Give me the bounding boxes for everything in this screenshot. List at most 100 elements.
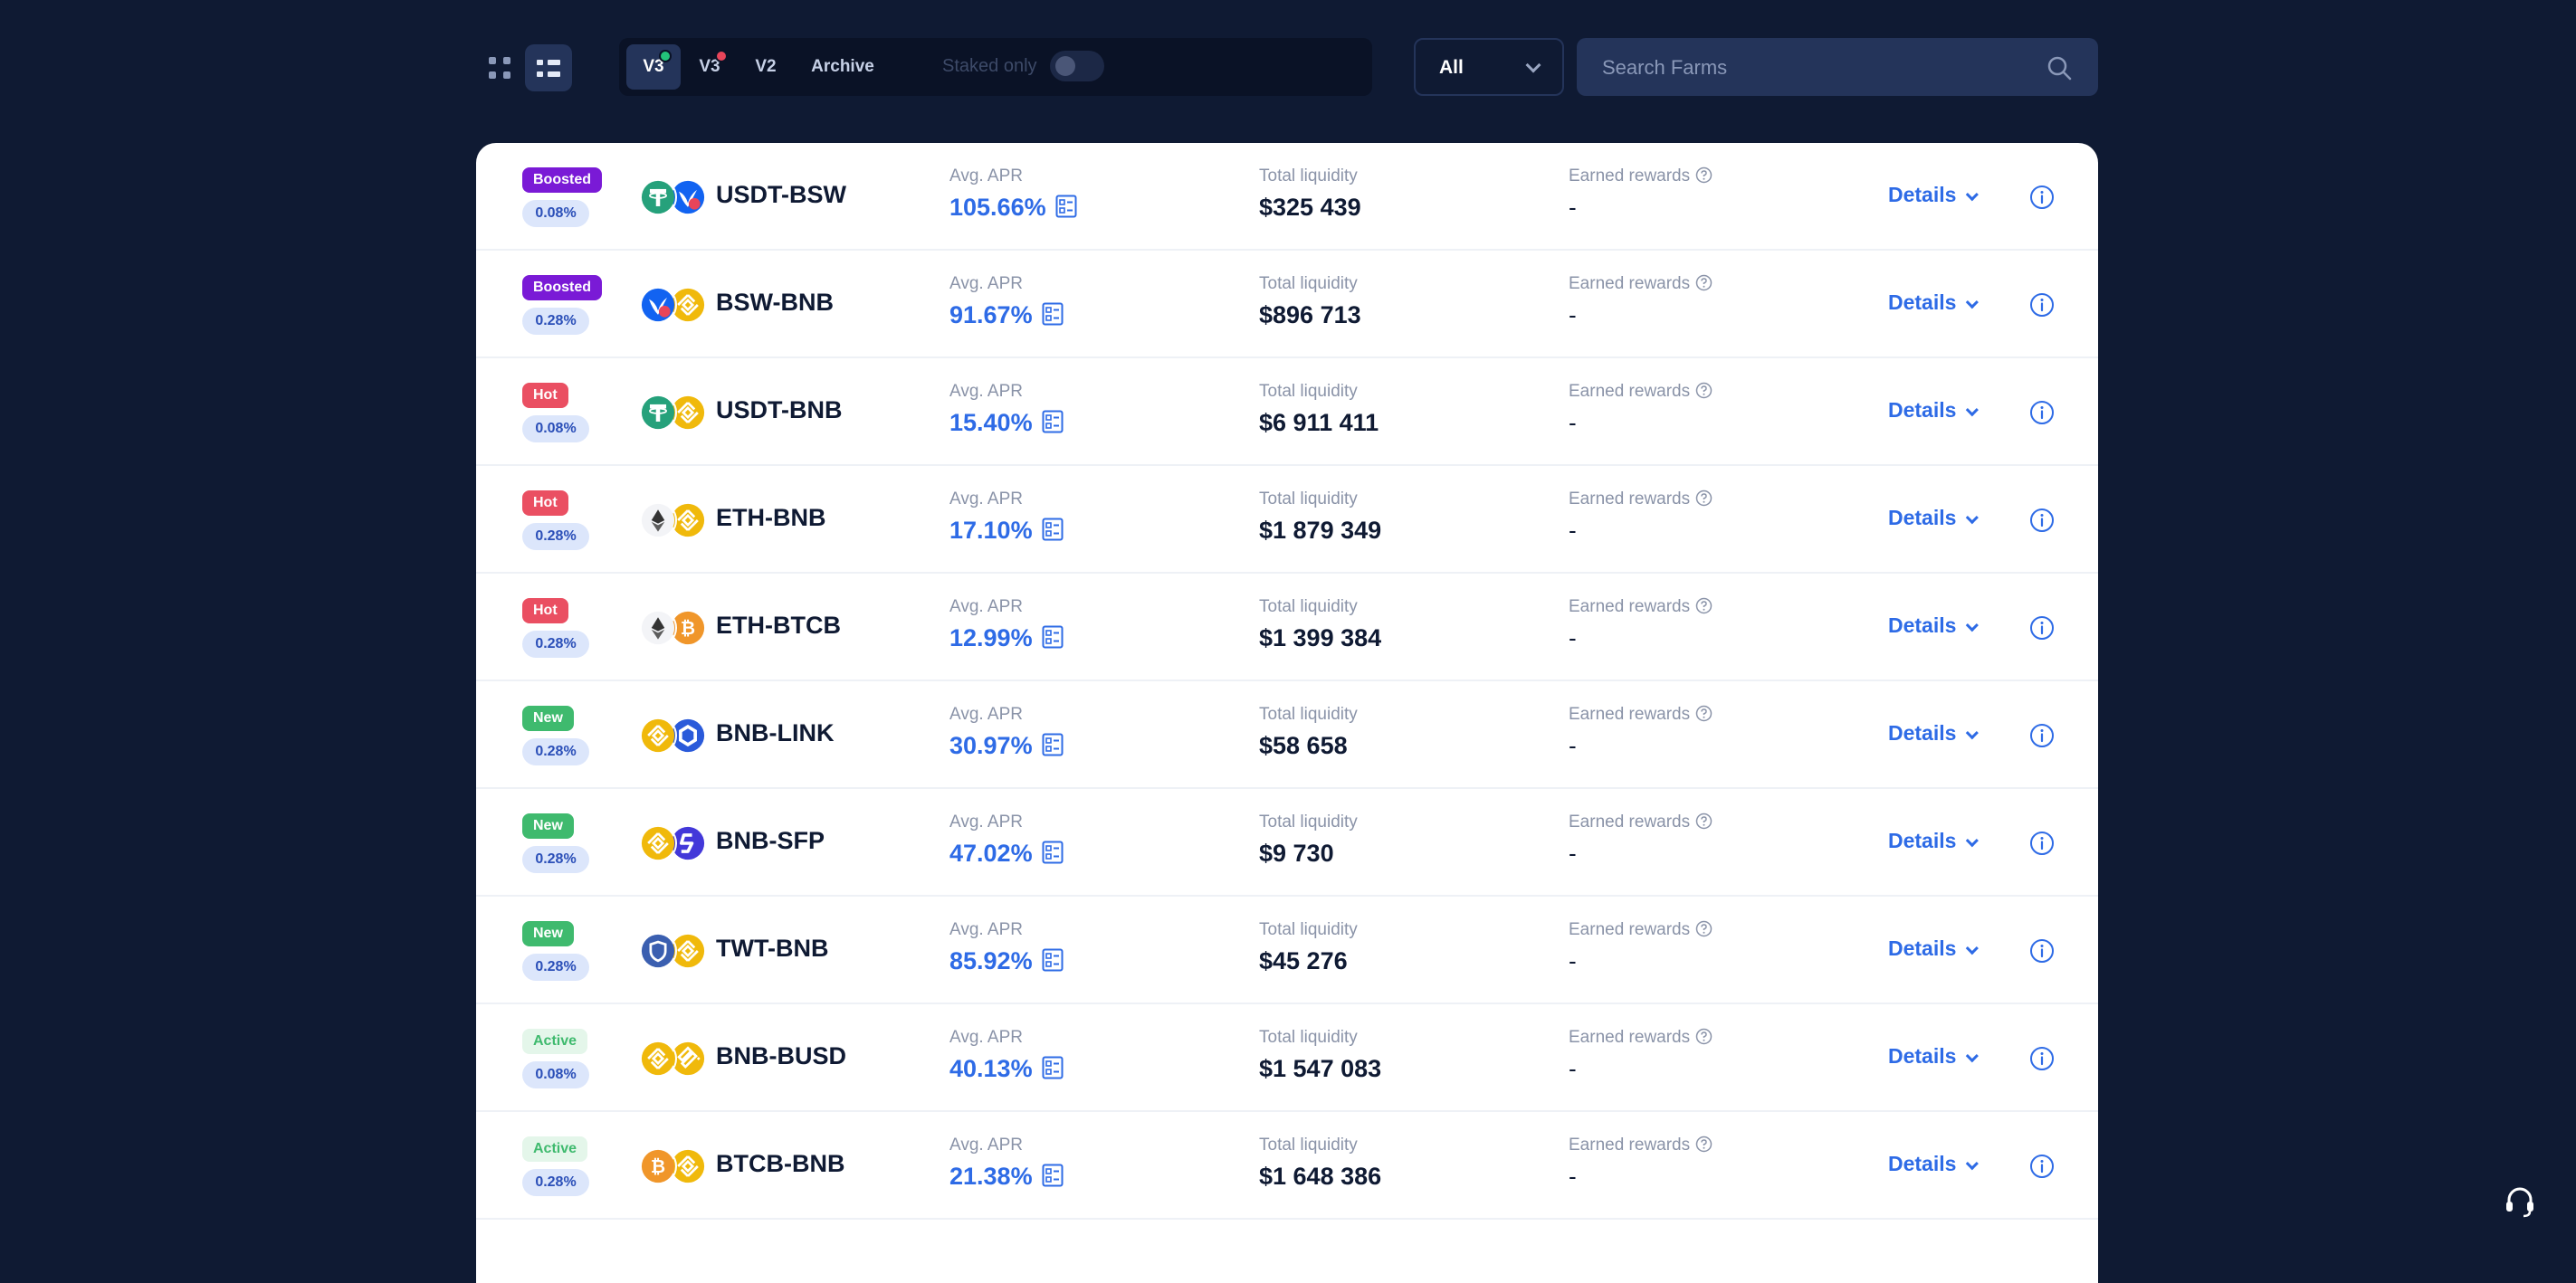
tab-label: V2	[755, 57, 777, 76]
liquidity-value: $1 879 349	[1259, 517, 1382, 544]
details-button[interactable]: Details	[1888, 398, 1980, 423]
apr-label: Avg. APR	[949, 489, 1023, 508]
details-button[interactable]: Details	[1888, 613, 1980, 638]
calculator-icon[interactable]	[1042, 518, 1064, 541]
farm-status-badge: Hot	[522, 490, 568, 516]
farm-row[interactable]: Boosted 0.08% USDT-BSW Avg. APR 105.66% Total…	[476, 143, 2098, 251]
pair-name: BNB-LINK	[716, 719, 835, 746]
apr-value-text: 105.66%	[949, 194, 1046, 221]
help-icon[interactable]	[1695, 920, 1713, 937]
apr-value: 15.40%	[949, 409, 1064, 437]
details-button[interactable]: Details	[1888, 290, 1980, 315]
earned-rewards-value: -	[1569, 840, 1577, 867]
help-icon[interactable]	[1695, 1136, 1713, 1153]
earned-rewards-label-text: Earned rewards	[1569, 597, 1691, 616]
staked-only-label: Staked only	[942, 56, 1037, 76]
info-icon[interactable]	[2029, 1154, 2055, 1179]
help-icon[interactable]	[1695, 382, 1713, 399]
calculator-icon[interactable]	[1055, 195, 1077, 218]
pair-name: USDT-BSW	[716, 181, 846, 208]
details-button[interactable]: Details	[1888, 721, 1980, 746]
info-icon[interactable]	[2029, 615, 2055, 641]
calculator-icon[interactable]	[1042, 625, 1064, 649]
earned-rewards-value: -	[1569, 517, 1577, 544]
tab-v3-green[interactable]: V3	[626, 44, 681, 90]
farm-row[interactable]: New 0.28% BNB-SFP Avg. APR 47.02% Total liqui…	[476, 789, 2098, 897]
farm-row[interactable]: Active 0.08% BNB-BUSD Avg. APR 40.13% Total l…	[476, 1004, 2098, 1112]
farm-row[interactable]: New 0.28% TWT-BNB Avg. APR 85.92% Total liqui…	[476, 897, 2098, 1004]
apr-value-text: 30.97%	[949, 732, 1033, 759]
details-button[interactable]: Details	[1888, 1044, 1980, 1069]
apr-value: 21.38%	[949, 1163, 1064, 1191]
help-icon[interactable]	[1695, 274, 1713, 291]
apr-label: Avg. APR	[949, 166, 1023, 185]
support-headset-icon[interactable]	[2502, 1183, 2538, 1220]
filter-select[interactable]: All	[1414, 38, 1564, 96]
details-button[interactable]: Details	[1888, 829, 1980, 853]
farm-status-badge: Hot	[522, 598, 568, 623]
farm-status-badge: New	[522, 813, 574, 839]
details-button[interactable]: Details	[1888, 1152, 1980, 1176]
calculator-icon[interactable]	[1042, 1164, 1064, 1187]
apr-label: Avg. APR	[949, 813, 1023, 832]
calculator-icon[interactable]	[1042, 841, 1064, 864]
filter-select-value: All	[1439, 57, 1464, 78]
staked-only-toggle[interactable]	[1050, 51, 1104, 81]
apr-label: Avg. APR	[949, 274, 1023, 293]
liquidity-value: $325 439	[1259, 194, 1361, 221]
info-icon[interactable]	[2029, 831, 2055, 856]
calculator-icon[interactable]	[1042, 948, 1064, 972]
search-icon[interactable]	[2046, 54, 2073, 81]
farm-row[interactable]: Hot 0.28% ₿ ETH-BTCB Avg. APR 12.99% Total liq…	[476, 574, 2098, 681]
info-icon[interactable]	[2029, 723, 2055, 748]
details-button[interactable]: Details	[1888, 506, 1980, 530]
help-icon[interactable]	[1695, 166, 1713, 184]
info-icon[interactable]	[2029, 400, 2055, 425]
farm-row[interactable]: Boosted 0.28% BSW-BNB Avg. APR 91.67% Total l…	[476, 251, 2098, 358]
help-icon[interactable]	[1695, 597, 1713, 614]
tab-v3-red[interactable]: V3	[682, 44, 737, 90]
calculator-icon[interactable]	[1042, 410, 1064, 433]
farm-row[interactable]: Active 0.28% ₿ BTCB-BNB Avg. APR 21.38% Total …	[476, 1112, 2098, 1220]
info-icon[interactable]	[2029, 938, 2055, 964]
liquidity-value: $1 648 386	[1259, 1163, 1382, 1190]
chevron-down-icon	[1966, 619, 1980, 632]
details-button[interactable]: Details	[1888, 183, 1980, 207]
details-label: Details	[1888, 183, 1957, 206]
calculator-icon[interactable]	[1042, 1056, 1064, 1079]
farm-row[interactable]: Hot 0.28% ETH-BNB Avg. APR 17.10% Total liqui…	[476, 466, 2098, 574]
fee-badge: 0.28%	[522, 1169, 589, 1196]
bnb-token-icon	[639, 1040, 677, 1078]
tab-v2[interactable]: V2	[739, 44, 793, 90]
earned-rewards-label: Earned rewards	[1569, 1028, 1713, 1048]
search-input[interactable]	[1600, 38, 2038, 98]
help-icon[interactable]	[1695, 705, 1713, 722]
apr-value: 105.66%	[949, 194, 1077, 222]
help-icon[interactable]	[1695, 813, 1713, 830]
details-label: Details	[1888, 398, 1957, 422]
info-icon[interactable]	[2029, 508, 2055, 533]
tab-archive[interactable]: Archive	[795, 44, 891, 90]
calculator-icon[interactable]	[1042, 302, 1064, 326]
chevron-down-icon	[1966, 942, 1980, 955]
farm-row[interactable]: Hot 0.08% USDT-BNB Avg. APR 15.40% Total liqu…	[476, 358, 2098, 466]
farm-row[interactable]: New 0.28% BNB-LINK Avg. APR 30.97% Total liqu…	[476, 681, 2098, 789]
calculator-icon[interactable]	[1042, 733, 1064, 756]
earned-rewards-label: Earned rewards	[1569, 382, 1713, 402]
liquidity-label: Total liquidity	[1259, 813, 1358, 832]
details-label: Details	[1888, 721, 1957, 745]
grid-view-button[interactable]	[476, 44, 523, 91]
info-icon[interactable]	[2029, 185, 2055, 210]
fee-badge: 0.28%	[522, 738, 589, 765]
info-icon[interactable]	[2029, 292, 2055, 318]
help-icon[interactable]	[1695, 489, 1713, 507]
details-label: Details	[1888, 613, 1957, 637]
list-view-button[interactable]	[525, 44, 572, 91]
details-label: Details	[1888, 1152, 1957, 1175]
details-label: Details	[1888, 936, 1957, 960]
earned-rewards-label-text: Earned rewards	[1569, 813, 1691, 832]
help-icon[interactable]	[1695, 1028, 1713, 1045]
earned-rewards-label-text: Earned rewards	[1569, 705, 1691, 724]
details-button[interactable]: Details	[1888, 936, 1980, 961]
info-icon[interactable]	[2029, 1046, 2055, 1071]
